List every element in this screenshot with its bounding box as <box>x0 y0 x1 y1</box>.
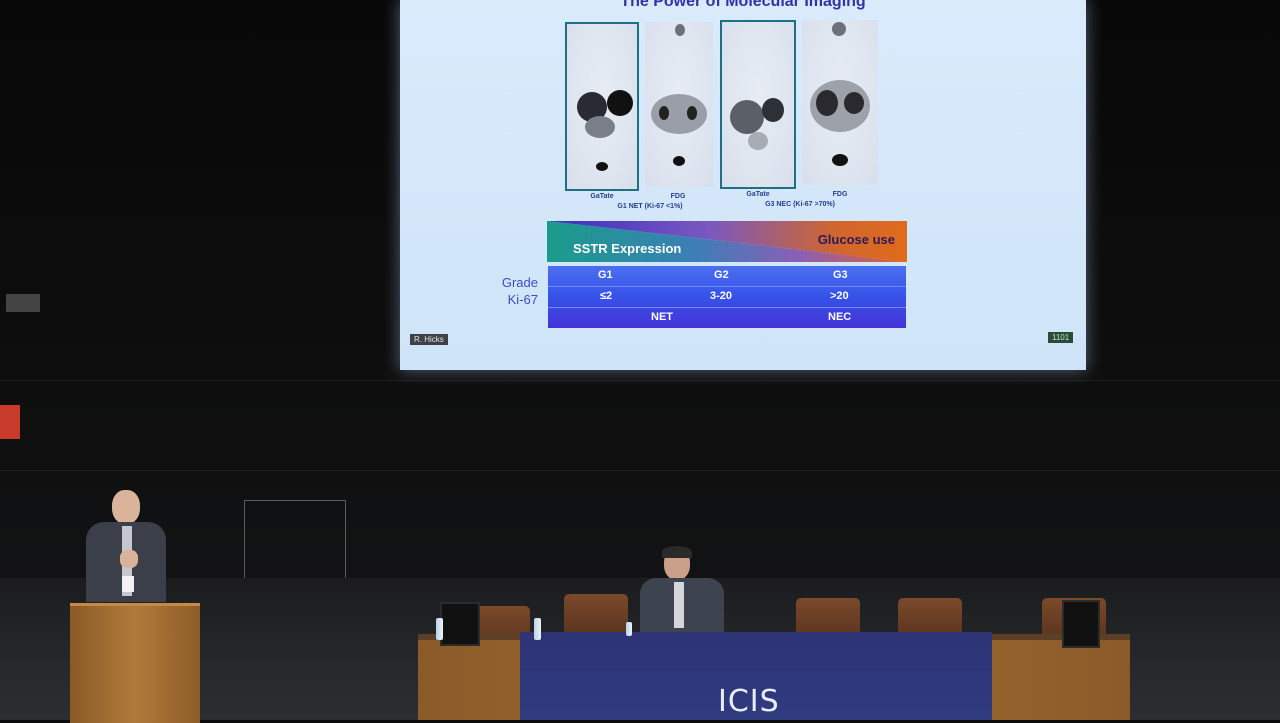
icis-logo: ICIS <box>718 684 780 719</box>
glucose-label: Glucose use <box>817 232 895 247</box>
type-row: NET NEC <box>548 308 906 328</box>
speaker-badge <box>122 576 134 592</box>
credit-tag: R. Hicks <box>410 334 448 345</box>
grade-cell: G3 <box>833 269 848 281</box>
scan-liver <box>730 100 764 134</box>
grade-table: G1 G2 G3 ≤2 3-20 >20 NET NEC <box>548 266 906 328</box>
laptop-monitor <box>1062 600 1100 648</box>
type-cell: NEC <box>828 311 852 323</box>
pet-scan-fdg-g3 <box>802 20 878 185</box>
water-bottle <box>436 618 443 640</box>
expression-gradient-bar: SSTR Expression Glucose use <box>547 221 907 262</box>
projection-screen: The Power of Molecular Imaging GaTate FD… <box>400 0 1086 370</box>
pet-scan-gatate-g3 <box>720 20 796 189</box>
scan-lesion <box>844 92 864 114</box>
chair <box>564 594 628 632</box>
sstr-label: SSTR Expression <box>573 241 682 256</box>
grade-row-label: Grade <box>501 275 538 290</box>
wall-line <box>0 470 1280 471</box>
pet-scan-fdg-g1 <box>645 22 713 187</box>
type-cell: NET <box>651 311 673 323</box>
chair <box>796 598 860 636</box>
scan-label: FDG <box>670 193 686 200</box>
wall-frame <box>244 500 346 580</box>
scan-lesion <box>816 90 838 116</box>
water-glass <box>626 622 632 636</box>
group-caption: G1 NET (Ki-67 <1%) <box>617 203 683 210</box>
scan-kidney <box>687 106 697 120</box>
wall-sign <box>6 294 40 312</box>
scan-bladder <box>832 154 848 166</box>
scan-abdomen <box>748 132 768 150</box>
scan-label: GaTate <box>746 191 770 198</box>
scan-bladder <box>673 156 685 166</box>
ki67-cell: ≤2 <box>600 290 613 302</box>
slide-title: The Power of Molecular Imaging <box>620 0 866 10</box>
speaker-head <box>112 490 140 524</box>
scan-spleen <box>762 98 784 122</box>
grade-cell: G1 <box>598 269 613 281</box>
ki67-cell: 3-20 <box>710 290 733 302</box>
ki67-row-label: Ki-67 <box>507 292 538 307</box>
scan-abdomen <box>585 116 615 138</box>
scan-bladder <box>596 162 608 171</box>
exit-sign <box>0 405 20 439</box>
panelist-hair <box>662 546 692 558</box>
scan-label: GaTate <box>590 193 614 200</box>
scan-head <box>832 22 846 36</box>
wall-line <box>0 380 1280 381</box>
grade-row: G1 G2 G3 <box>548 266 906 287</box>
pet-scan-gatate-g1 <box>565 22 639 191</box>
ki67-row: ≤2 3-20 >20 <box>548 287 906 308</box>
ki67-cell: >20 <box>830 290 849 302</box>
podium <box>70 603 200 723</box>
water-bottle <box>534 618 541 640</box>
group-caption: G3 NEC (Ki-67 >70%) <box>765 201 835 208</box>
panelist-shirt <box>674 582 684 628</box>
slide-number: 1101 <box>1048 332 1074 343</box>
laptop-monitor <box>440 602 480 646</box>
chair <box>898 598 962 636</box>
grade-cell: G2 <box>714 269 729 281</box>
scan-spleen <box>607 90 633 116</box>
speaker-hands <box>120 550 138 568</box>
scan-label: FDG <box>832 191 848 198</box>
scan-kidney <box>659 106 669 120</box>
scan-head <box>675 24 685 36</box>
